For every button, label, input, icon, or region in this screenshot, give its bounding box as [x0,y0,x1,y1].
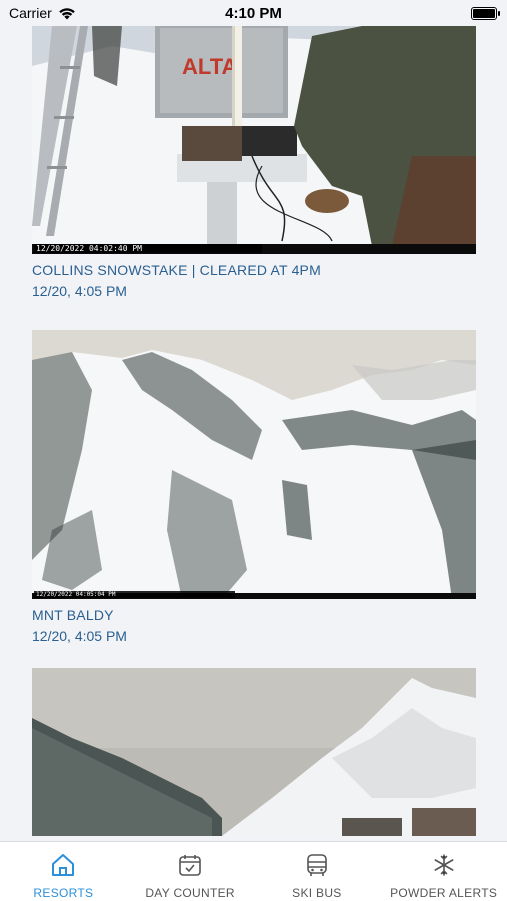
webcam-card[interactable]: 12/20/2022 04:05:04 PM MNT BALDY 12/20, … [32,330,476,644]
carrier-label: Carrier [9,5,52,21]
webcam-feed[interactable]: ALTA 12/20/2022 04:02:40 PM COLLINS SNOW… [32,26,476,836]
tab-label: RESORTS [33,886,94,900]
webcam-timestamp-overlay: 12/20/2022 04:05:04 PM [34,591,236,598]
webcam-image-mnt-baldy[interactable]: 12/20/2022 04:05:04 PM [32,330,476,599]
carrier-info: Carrier [0,5,76,21]
webcam-updated-time: 12/20, 4:05 PM [32,283,127,299]
tab-powder-alerts[interactable]: POWDER ALERTS [381,842,507,900]
webcam-card[interactable]: ALTA 12/20/2022 04:02:40 PM COLLINS SNOW… [32,26,476,306]
mnt-baldy-photo [32,330,476,599]
calendar-check-icon [177,852,203,878]
snowflake-icon [431,852,457,878]
wifi-icon [58,7,75,19]
webcam-image-third[interactable] [32,668,476,836]
tab-label: DAY COUNTER [145,886,235,900]
tab-day-counter[interactable]: DAY COUNTER [127,842,253,900]
webcam-card[interactable] [32,668,476,836]
status-bar: Carrier 4:10 PM [0,0,507,26]
tab-label: POWDER ALERTS [390,886,498,900]
snowstake-photo: ALTA [32,26,476,254]
tab-bar: RESORTS DAY COUNTER SKI BUS POWDER ALERT… [0,841,507,901]
bus-icon [304,852,330,878]
home-icon [50,852,76,878]
tab-ski-bus[interactable]: SKI BUS [254,842,380,900]
webcam-updated-time: 12/20, 4:05 PM [32,628,127,644]
webcam-timestamp-overlay: 12/20/2022 04:02:40 PM [34,244,262,253]
webcam-title: COLLINS SNOWSTAKE | CLEARED AT 4PM [32,262,321,278]
clock: 4:10 PM [225,4,282,22]
battery-icon [471,6,500,20]
alta-sign-text: ALTA [182,54,237,79]
valley-photo [32,668,476,836]
tab-resorts[interactable]: RESORTS [0,842,126,900]
webcam-title: MNT BALDY [32,607,114,623]
webcam-image-snowstake[interactable]: ALTA 12/20/2022 04:02:40 PM [32,26,476,254]
tab-label: SKI BUS [292,886,342,900]
